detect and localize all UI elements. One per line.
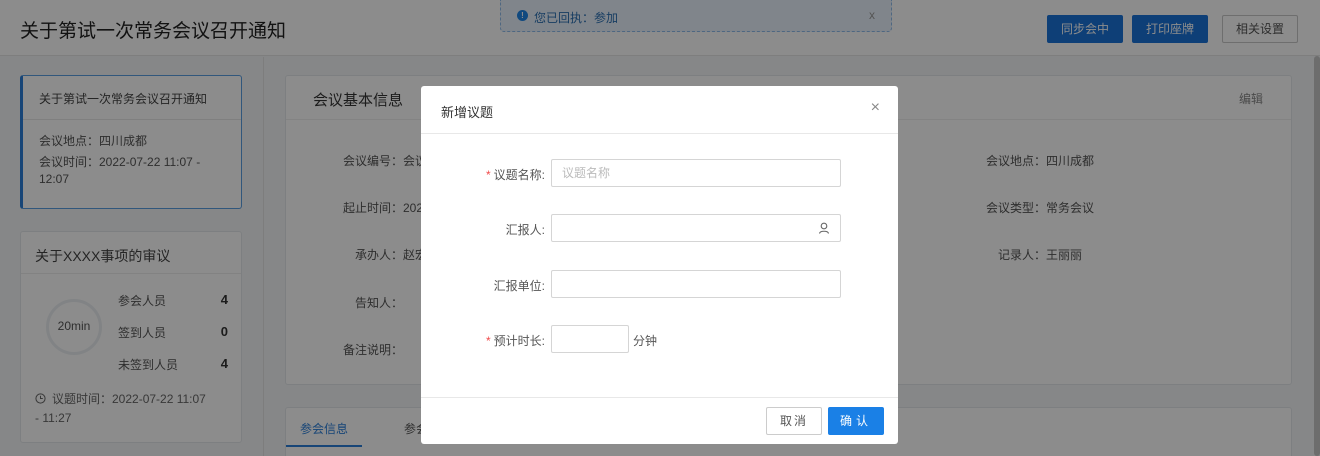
- topic-name-label: * 议题名称:: [486, 166, 545, 183]
- close-icon[interactable]: ×: [871, 99, 880, 117]
- reporter-input[interactable]: [551, 214, 841, 242]
- report-unit-label: 汇报单位:: [493, 279, 545, 293]
- dialog-title: 新增议题: [441, 105, 494, 120]
- cancel-button[interactable]: 取消: [766, 407, 822, 435]
- reporter-label: 汇报人:: [505, 223, 545, 237]
- duration-label: * 预计时长:: [486, 332, 545, 349]
- duration-unit: 分钟: [633, 334, 658, 348]
- topic-name-input[interactable]: [551, 159, 841, 187]
- duration-input[interactable]: [551, 325, 629, 353]
- divider: [421, 133, 898, 134]
- topic-name-label-text: 议题名称:: [493, 168, 545, 182]
- form-row-topic-name: * 议题名称:: [421, 159, 898, 187]
- report-unit-input[interactable]: [551, 270, 841, 298]
- form-row-report-unit: 汇报单位:: [421, 270, 898, 298]
- required-mark: *: [485, 168, 491, 182]
- duration-label-text: 预计时长:: [493, 334, 545, 348]
- divider: [421, 397, 898, 398]
- confirm-button[interactable]: 确认: [828, 407, 884, 435]
- form-row-duration: * 预计时长: 分钟: [421, 325, 898, 353]
- add-topic-dialog: 新增议题 × *议题名称: 汇报人: 汇报单位: *预计时长: 分钟 取消 确认: [421, 86, 898, 444]
- form-row-reporter: 汇报人:: [421, 214, 898, 242]
- required-mark: *: [485, 334, 491, 348]
- user-icon[interactable]: [817, 221, 831, 235]
